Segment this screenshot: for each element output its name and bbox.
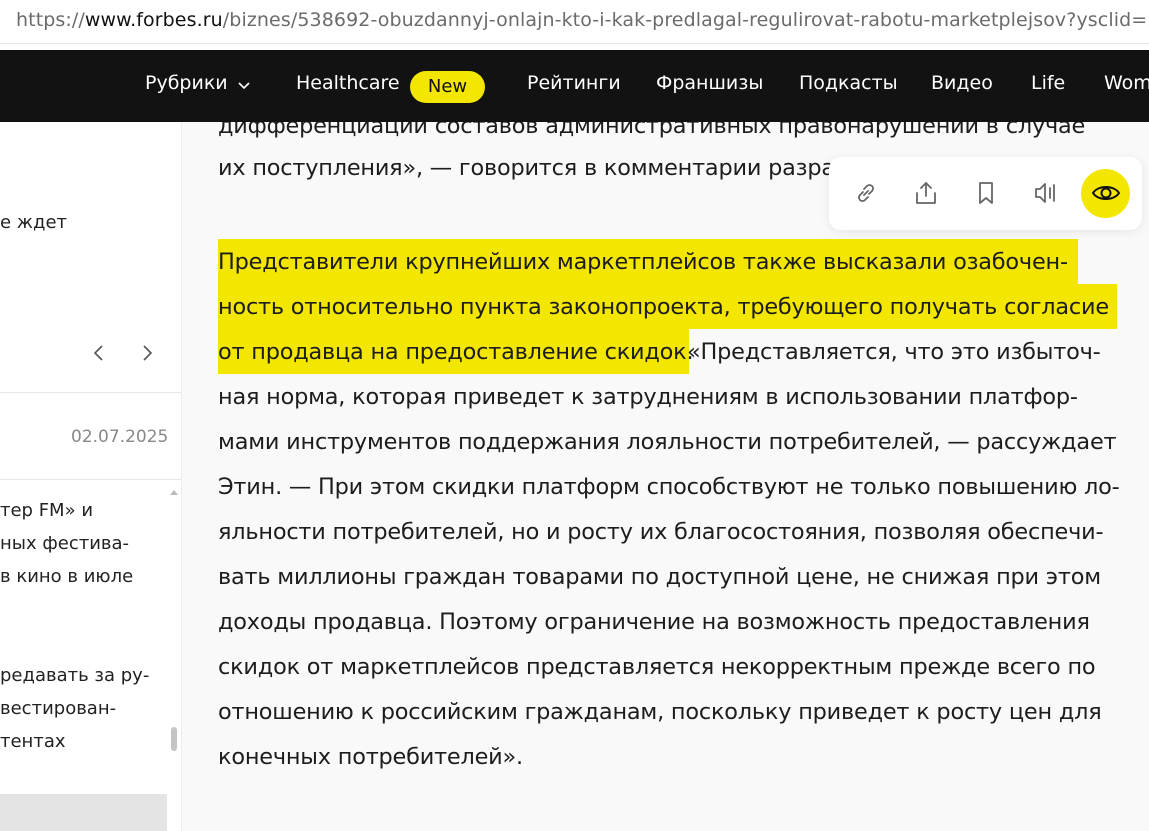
story-line[interactable]: вестирован- [0, 698, 116, 719]
url-domain: www.forbes.ru [84, 9, 223, 31]
nav-rubrics[interactable]: Рубрики [145, 72, 250, 95]
url-text[interactable]: https://www.forbes.ru/biznes/538692-obuz… [16, 9, 1149, 31]
scroll-thumb[interactable] [171, 727, 177, 751]
bookmark-button[interactable] [964, 171, 1008, 215]
paragraph-line: Этин. — При этом скидки платформ способс… [218, 474, 1120, 500]
article-toolbar [829, 157, 1142, 230]
paragraph-line: вать миллионы граждан товарами по доступ… [218, 564, 1101, 590]
share-button[interactable] [904, 171, 948, 215]
nav-healthcare[interactable]: Healthcare [296, 72, 400, 94]
audio-icon [1035, 183, 1055, 203]
paragraph-line: скидок от маркетплейсов представляется н… [218, 654, 1096, 680]
sidebar-story-fragment[interactable]: е ждет [0, 212, 67, 233]
address-bar[interactable]: https://www.forbes.ru/biznes/538692-obuz… [0, 0, 1149, 44]
chevron-down-icon [238, 73, 250, 95]
listen-button[interactable] [1024, 171, 1068, 215]
copy-link-button[interactable] [844, 171, 888, 215]
divider [0, 392, 181, 393]
paragraph-line: доходы продавца. Поэтому ограничение на … [218, 609, 1090, 635]
link-icon [858, 184, 874, 202]
story-line[interactable]: тентах [0, 731, 66, 752]
url-path: /biznes/538692-obuzdannyj-onlajn-kto-i-k… [222, 9, 1149, 31]
paragraph-line: яльности потребителей, но и росту их бла… [218, 519, 1104, 545]
story-line[interactable]: ных фестива- [0, 533, 129, 554]
nav-video[interactable]: Видео [931, 72, 993, 94]
chevron-left-icon[interactable] [92, 344, 104, 367]
top-navigation: Рубрики Healthcare New Рейтинги Франшизы… [0, 50, 1149, 122]
paragraph-line: мами инструментов поддержания лояльности… [218, 429, 1117, 455]
story-line[interactable]: редавать за ру- [0, 665, 149, 686]
sidebar-scrollbar[interactable] [170, 490, 178, 810]
news-date: 02.07.2025 [71, 427, 169, 447]
paragraph-line: конечных потребителей». [218, 744, 523, 770]
nav-women[interactable]: Wom [1104, 72, 1149, 94]
nav-franchises[interactable]: Франшизы [656, 72, 763, 94]
share-icon [916, 182, 936, 204]
paragraph-line: их поступления», — говорится в комментар… [218, 155, 835, 181]
sidebar-block [0, 794, 167, 831]
sidebar: е ждет 02.07.2025 тер FM» и ных фестива-… [0, 122, 182, 831]
eye-icon [1091, 186, 1121, 200]
new-badge: New [410, 71, 485, 103]
chevron-right-icon[interactable] [142, 344, 154, 367]
nav-ratings[interactable]: Рейтинги [527, 72, 621, 94]
reading-mode-button[interactable] [1081, 169, 1130, 218]
story-line[interactable]: в кино в июле [0, 566, 133, 587]
nav-rubrics-label: Рубрики [145, 72, 228, 94]
paragraph-line: дифференциации составов административных… [218, 122, 1086, 139]
paragraph-line-highlighted: от продавца на предоставление скидок. [218, 339, 694, 365]
divider [0, 479, 181, 480]
url-prefix: https:// [16, 9, 85, 31]
paragraph-line-highlighted: Представители крупнейших маркетплейсов т… [218, 249, 1068, 275]
story-line[interactable]: тер FM» и [0, 500, 93, 521]
paragraph-line: «Представляется, что это избыточ- [687, 339, 1101, 365]
paragraph-line-highlighted: ность относительно пункта законопроекта,… [218, 294, 1109, 320]
paragraph-line: отношению к российским гражданам, поскол… [218, 699, 1102, 725]
bookmark-icon [979, 182, 993, 204]
nav-podcasts[interactable]: Подкасты [799, 72, 898, 94]
paragraph-line: ная норма, которая приведет к затруднени… [218, 384, 1078, 410]
scroll-up-icon[interactable] [170, 490, 178, 495]
nav-life[interactable]: Life [1031, 72, 1065, 94]
